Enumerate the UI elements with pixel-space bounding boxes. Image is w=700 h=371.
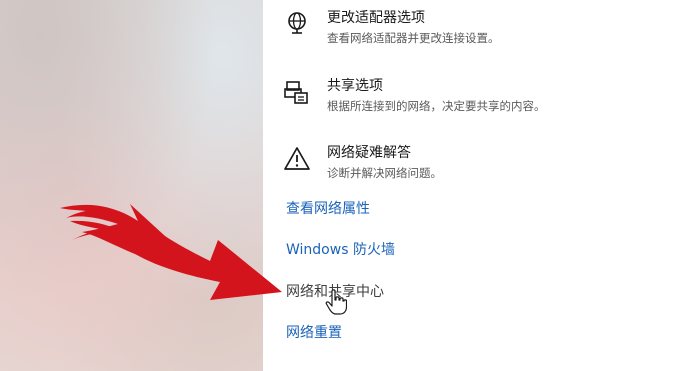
network-troubleshooter[interactable]: 网络疑难解答 诊断并解决网络问题。 — [283, 143, 442, 182]
change-adapter-options[interactable]: 更改适配器选项 查看网络适配器并更改连接设置。 — [283, 8, 500, 47]
option-title: 网络疑难解答 — [327, 145, 411, 161]
blurred-desktop-background — [0, 0, 263, 371]
windows-firewall-link[interactable]: Windows 防火墙 — [286, 240, 395, 260]
red-arrow-icon — [60, 204, 282, 300]
hand-pointer-icon — [325, 289, 347, 315]
network-reset-link[interactable]: 网络重置 — [286, 323, 342, 343]
network-settings-panel: 更改适配器选项 查看网络适配器并更改连接设置。 共享选项 根据所连接到的网络，决… — [263, 0, 700, 371]
option-description: 根据所连接到的网络，决定要共享的内容。 — [327, 99, 546, 113]
sharing-options[interactable]: 共享选项 根据所连接到的网络，决定要共享的内容。 — [283, 76, 546, 115]
option-description: 诊断并解决网络问题。 — [327, 166, 442, 180]
view-network-properties-link[interactable]: 查看网络属性 — [286, 199, 370, 219]
sharing-printer-icon — [284, 81, 308, 104]
network-adapter-globe-icon — [288, 12, 306, 34]
option-title: 共享选项 — [327, 78, 383, 94]
option-description: 查看网络适配器并更改连接设置。 — [327, 31, 500, 45]
warning-triangle-icon — [284, 147, 310, 170]
option-title: 更改适配器选项 — [327, 10, 425, 26]
